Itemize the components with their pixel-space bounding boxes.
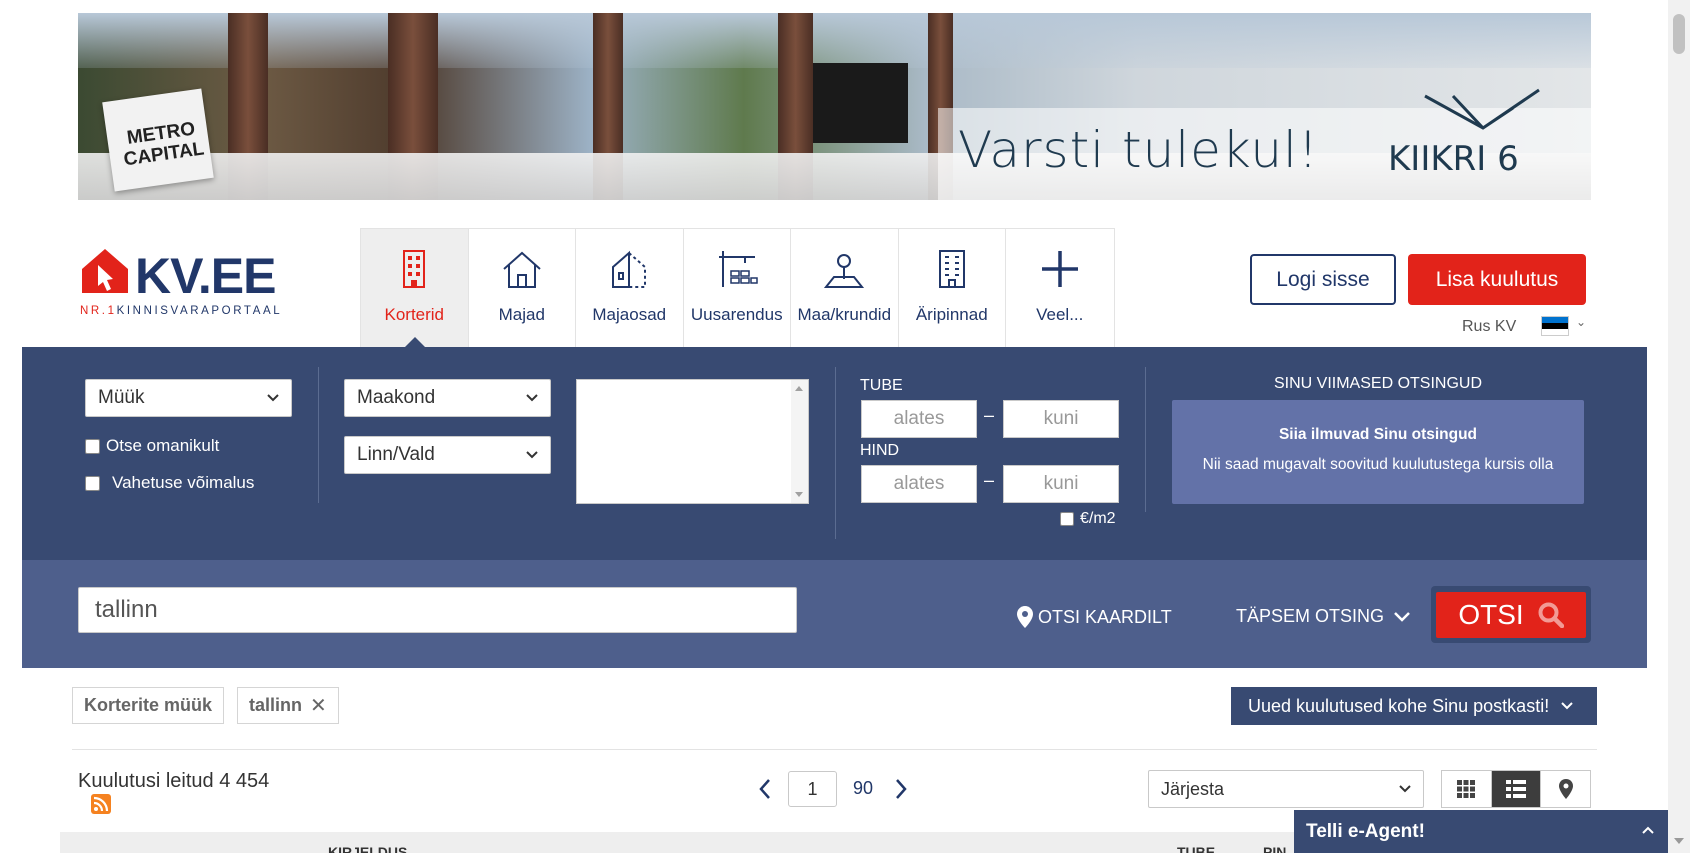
- nav-item-uusarendus[interactable]: Uusarendus: [684, 229, 791, 348]
- banner-ad[interactable]: METRO CAPITAL Varsti tulekul! KIIKRI 6: [78, 13, 1591, 200]
- exchange-checkbox[interactable]: Vahetuse võimalus: [85, 473, 254, 493]
- divider: [835, 367, 836, 539]
- search-button[interactable]: OTSI: [1436, 592, 1586, 638]
- nav-item-majaosad[interactable]: Majaosad: [576, 229, 684, 348]
- page-total[interactable]: 90: [853, 778, 873, 799]
- nav-item-korterid[interactable]: Korterid: [361, 229, 469, 349]
- list-icon: [1506, 780, 1526, 798]
- nav-label: Korterid: [384, 305, 445, 324]
- divider: [72, 749, 1597, 750]
- chevron-down-icon[interactable]: ⌄: [1576, 315, 1586, 329]
- map-view-button[interactable]: [1541, 771, 1590, 807]
- filter-chip: tallinn ✕: [237, 687, 339, 724]
- map-pin-icon: [1558, 779, 1573, 799]
- column-header-rooms[interactable]: TUBE: [1177, 844, 1215, 853]
- house-arrow-logo-icon: [82, 249, 128, 293]
- language-switch[interactable]: Rus KV: [1462, 318, 1516, 336]
- filter-chip: Korterite müük: [72, 687, 225, 724]
- price-from-input[interactable]: alates: [861, 465, 977, 503]
- developer-logo: METRO CAPITAL: [100, 83, 218, 193]
- e-agent-panel[interactable]: Telli e-Agent!: [1294, 810, 1668, 853]
- owner-only-checkbox[interactable]: Otse omanikult: [85, 436, 219, 456]
- view-toggle: [1441, 770, 1591, 808]
- column-header-area[interactable]: PIN: [1263, 844, 1286, 853]
- logo-wordmark: KV.EE: [135, 248, 276, 304]
- plus-icon: [1041, 251, 1078, 287]
- nav-label: Maa/krundid: [797, 305, 892, 324]
- county-select[interactable]: Maakond: [344, 379, 551, 417]
- rss-icon[interactable]: [91, 794, 111, 814]
- page-scrollbar[interactable]: [1668, 0, 1690, 853]
- banner-headline: Varsti tulekul!: [958, 121, 1319, 179]
- price-to-input[interactable]: kuni: [1003, 465, 1119, 503]
- chevron-down-icon: [1394, 611, 1410, 622]
- chevron-down-icon: [1561, 702, 1573, 710]
- nav-label: Äripinnad: [915, 305, 988, 324]
- site-logo[interactable]: KV.EE NR.1KINNISVARAPORTAAL: [80, 247, 290, 322]
- category-nav: Korterid Majad Majaosad Uusarendus Maa/k…: [360, 228, 1115, 349]
- price-label: HIND: [860, 442, 900, 459]
- rooms-label: TUBE: [860, 377, 903, 394]
- chevron-down-icon: [526, 394, 538, 402]
- recent-searches-box: Siia ilmuvad Sinu otsingud Nii saad muga…: [1172, 400, 1584, 504]
- nav-label: Veel...: [1036, 305, 1084, 324]
- project-logo-icon: [1424, 88, 1540, 130]
- nav-item-maa-krundid[interactable]: Maa/krundid: [791, 229, 899, 348]
- grid-icon: [1457, 780, 1476, 798]
- banner-project-name: KIIKRI 6: [1388, 139, 1519, 179]
- recent-searches-title: SINU VIIMASED OTSINGUD: [1273, 375, 1483, 392]
- logo-tagline: NR.1KINNISVARAPORTAAL: [80, 305, 283, 317]
- rooms-from-input[interactable]: alates: [861, 400, 977, 438]
- estonian-flag-icon[interactable]: [1541, 316, 1569, 336]
- nav-label: Uusarendus: [690, 305, 783, 324]
- district-multiselect[interactable]: [576, 379, 809, 504]
- nav-label: Majaosad: [592, 305, 667, 324]
- login-button[interactable]: Logi sisse: [1250, 254, 1396, 305]
- sort-select[interactable]: Järjesta: [1148, 770, 1424, 808]
- list-view-button[interactable]: [1491, 771, 1542, 807]
- search-icon: [1538, 602, 1564, 628]
- next-page-icon[interactable]: [894, 778, 908, 800]
- divider: [1145, 367, 1146, 512]
- map-pin-icon: [1017, 606, 1033, 628]
- grid-view-button[interactable]: [1442, 771, 1492, 807]
- results-table-header: [60, 832, 1295, 853]
- new-development-icon: [718, 251, 758, 287]
- column-header-description[interactable]: KIRJELDUS: [328, 844, 407, 853]
- nav-label: Majad: [498, 305, 545, 324]
- previous-page-icon[interactable]: [758, 778, 772, 800]
- chevron-down-icon: [526, 451, 538, 459]
- add-listing-button[interactable]: Lisa kuulutus: [1408, 254, 1586, 305]
- deal-type-select[interactable]: Müük: [85, 379, 292, 417]
- subscribe-button[interactable]: Uued kuulutused kohe Sinu postkasti!: [1231, 687, 1597, 725]
- scroll-down-icon[interactable]: [1674, 838, 1684, 844]
- price-per-m2-checkbox[interactable]: €/m2: [1060, 510, 1116, 528]
- chevron-down-icon: [1399, 785, 1411, 793]
- chevron-down-icon: [267, 394, 279, 402]
- page-number-input[interactable]: 1: [788, 771, 837, 807]
- divider: [318, 367, 319, 503]
- land-plot-icon: [824, 254, 865, 288]
- results-count: Kuulutusi leitud 4 454: [78, 770, 270, 792]
- office-building-icon: [938, 250, 965, 288]
- house-part-icon: [612, 250, 647, 288]
- nav-item-aripinnad[interactable]: Äripinnad: [899, 229, 1006, 348]
- nav-item-veel[interactable]: Veel...: [1006, 229, 1114, 348]
- advanced-search-toggle[interactable]: TÄPSEM OTSING: [1236, 606, 1410, 627]
- chevron-up-icon: [1642, 826, 1654, 834]
- apartment-building-icon: [403, 250, 426, 288]
- house-icon: [503, 251, 541, 288]
- page: METRO CAPITAL Varsti tulekul! KIIKRI 6 K…: [0, 0, 1690, 853]
- rooms-to-input[interactable]: kuni: [1003, 400, 1119, 438]
- nav-item-majad[interactable]: Majad: [469, 229, 576, 348]
- scrollbar-thumb[interactable]: [1673, 14, 1685, 54]
- city-select[interactable]: Linn/Vald: [344, 436, 551, 474]
- keyword-input[interactable]: tallinn: [78, 587, 797, 633]
- remove-filter-icon[interactable]: ✕: [310, 693, 327, 718]
- scrollbar[interactable]: [791, 380, 808, 503]
- map-search-link[interactable]: OTSI KAARDILT: [1017, 606, 1172, 628]
